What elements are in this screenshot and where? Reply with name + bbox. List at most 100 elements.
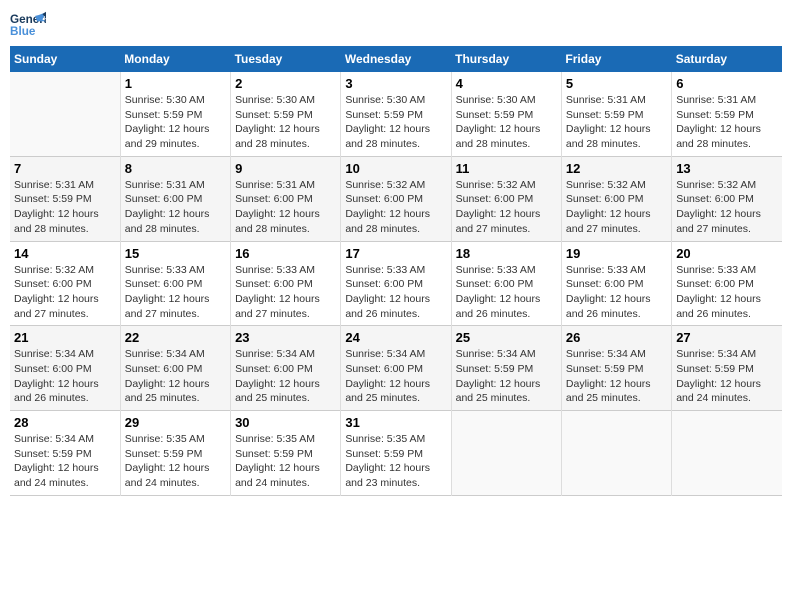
calendar-cell: 11 Sunrise: 5:32 AM Sunset: 6:00 PM Dayli… bbox=[451, 156, 561, 241]
day-number: 7 bbox=[14, 161, 116, 176]
day-number: 30 bbox=[235, 415, 336, 430]
day-number: 1 bbox=[125, 76, 226, 91]
day-number: 13 bbox=[676, 161, 778, 176]
day-info: Sunrise: 5:32 AM Sunset: 6:00 PM Dayligh… bbox=[345, 178, 446, 237]
day-number: 17 bbox=[345, 246, 446, 261]
day-number: 21 bbox=[14, 330, 116, 345]
calendar-cell: 27 Sunrise: 5:34 AM Sunset: 5:59 PM Dayli… bbox=[672, 326, 782, 411]
calendar-cell bbox=[561, 411, 671, 496]
day-header-wednesday: Wednesday bbox=[341, 46, 451, 72]
calendar-cell: 28 Sunrise: 5:34 AM Sunset: 5:59 PM Dayli… bbox=[10, 411, 120, 496]
day-header-monday: Monday bbox=[120, 46, 230, 72]
calendar-cell: 20Sunrise: 5:33 AM Sunset: 6:00 PM Dayli… bbox=[672, 241, 782, 326]
calendar-cell: 15 Sunrise: 5:33 AM Sunset: 6:00 PM Dayli… bbox=[120, 241, 230, 326]
day-number: 6 bbox=[676, 76, 778, 91]
day-number: 9 bbox=[235, 161, 336, 176]
day-number: 23 bbox=[235, 330, 336, 345]
day-number: 4 bbox=[456, 76, 557, 91]
calendar-cell: 6 Sunrise: 5:31 AM Sunset: 5:59 PM Daylig… bbox=[672, 72, 782, 156]
day-number: 8 bbox=[125, 161, 226, 176]
calendar-cell: 8 Sunrise: 5:31 AM Sunset: 6:00 PM Daylig… bbox=[120, 156, 230, 241]
day-number: 2 bbox=[235, 76, 336, 91]
day-info: Sunrise: 5:33 AM Sunset: 6:00 PM Dayligh… bbox=[566, 263, 667, 322]
week-row-3: 14 Sunrise: 5:32 AM Sunset: 6:00 PM Dayli… bbox=[10, 241, 782, 326]
calendar-cell: 19 Sunrise: 5:33 AM Sunset: 6:00 PM Dayli… bbox=[561, 241, 671, 326]
day-info: Sunrise: 5:34 AM Sunset: 5:59 PM Dayligh… bbox=[14, 432, 116, 491]
day-info: Sunrise: 5:33 AM Sunset: 6:00 PM Dayligh… bbox=[345, 263, 446, 322]
day-info: Sunrise: 5:32 AM Sunset: 6:00 PM Dayligh… bbox=[676, 178, 778, 237]
day-info: Sunrise: 5:34 AM Sunset: 6:00 PM Dayligh… bbox=[14, 347, 116, 406]
day-number: 27 bbox=[676, 330, 778, 345]
day-number: 14 bbox=[14, 246, 116, 261]
day-number: 28 bbox=[14, 415, 116, 430]
calendar-cell: 26Sunrise: 5:34 AM Sunset: 5:59 PM Dayli… bbox=[561, 326, 671, 411]
day-info: Sunrise: 5:31 AM Sunset: 6:00 PM Dayligh… bbox=[235, 178, 336, 237]
week-row-5: 28 Sunrise: 5:34 AM Sunset: 5:59 PM Dayli… bbox=[10, 411, 782, 496]
day-info: Sunrise: 5:31 AM Sunset: 6:00 PM Dayligh… bbox=[125, 178, 226, 237]
calendar-cell: 16 Sunrise: 5:33 AM Sunset: 6:00 PM Dayli… bbox=[231, 241, 341, 326]
calendar-cell: 21 Sunrise: 5:34 AM Sunset: 6:00 PM Dayli… bbox=[10, 326, 120, 411]
day-info: Sunrise: 5:32 AM Sunset: 6:00 PM Dayligh… bbox=[14, 263, 116, 322]
day-info: Sunrise: 5:31 AM Sunset: 5:59 PM Dayligh… bbox=[14, 178, 116, 237]
calendar-cell: 2 Sunrise: 5:30 AM Sunset: 5:59 PM Daylig… bbox=[231, 72, 341, 156]
day-info: Sunrise: 5:32 AM Sunset: 6:00 PM Dayligh… bbox=[456, 178, 557, 237]
calendar-cell: 22 Sunrise: 5:34 AM Sunset: 6:00 PM Dayli… bbox=[120, 326, 230, 411]
day-info: Sunrise: 5:33 AM Sunset: 6:00 PM Dayligh… bbox=[235, 263, 336, 322]
day-info: Sunrise: 5:33 AM Sunset: 6:00 PM Dayligh… bbox=[456, 263, 557, 322]
day-header-friday: Friday bbox=[561, 46, 671, 72]
day-number: 22 bbox=[125, 330, 226, 345]
day-header-sunday: Sunday bbox=[10, 46, 120, 72]
calendar-cell: 7 Sunrise: 5:31 AM Sunset: 5:59 PM Daylig… bbox=[10, 156, 120, 241]
day-number: 18 bbox=[456, 246, 557, 261]
day-info: Sunrise: 5:31 AM Sunset: 5:59 PM Dayligh… bbox=[676, 93, 778, 152]
calendar-cell: 12 Sunrise: 5:32 AM Sunset: 6:00 PM Dayli… bbox=[561, 156, 671, 241]
calendar-table: SundayMondayTuesdayWednesdayThursdayFrid… bbox=[10, 46, 782, 496]
day-info: Sunrise: 5:34 AM Sunset: 5:59 PM Dayligh… bbox=[456, 347, 557, 406]
calendar-cell: 24Sunrise: 5:34 AM Sunset: 6:00 PM Dayli… bbox=[341, 326, 451, 411]
day-info: Sunrise: 5:33 AM Sunset: 6:00 PM Dayligh… bbox=[125, 263, 226, 322]
day-number: 20 bbox=[676, 246, 778, 261]
calendar-cell: 9 Sunrise: 5:31 AM Sunset: 6:00 PM Daylig… bbox=[231, 156, 341, 241]
day-number: 12 bbox=[566, 161, 667, 176]
week-row-4: 21 Sunrise: 5:34 AM Sunset: 6:00 PM Dayli… bbox=[10, 326, 782, 411]
day-info: Sunrise: 5:30 AM Sunset: 5:59 PM Dayligh… bbox=[456, 93, 557, 152]
day-info: Sunrise: 5:32 AM Sunset: 6:00 PM Dayligh… bbox=[566, 178, 667, 237]
day-header-saturday: Saturday bbox=[672, 46, 782, 72]
day-number: 19 bbox=[566, 246, 667, 261]
calendar-cell: 5Sunrise: 5:31 AM Sunset: 5:59 PM Daylig… bbox=[561, 72, 671, 156]
calendar-cell: 23Sunrise: 5:34 AM Sunset: 6:00 PM Dayli… bbox=[231, 326, 341, 411]
day-number: 3 bbox=[345, 76, 446, 91]
calendar-cell: 29Sunrise: 5:35 AM Sunset: 5:59 PM Dayli… bbox=[120, 411, 230, 496]
calendar-cell: 10 Sunrise: 5:32 AM Sunset: 6:00 PM Dayli… bbox=[341, 156, 451, 241]
day-info: Sunrise: 5:35 AM Sunset: 5:59 PM Dayligh… bbox=[125, 432, 226, 491]
day-number: 24 bbox=[345, 330, 446, 345]
day-number: 26 bbox=[566, 330, 667, 345]
day-info: Sunrise: 5:31 AM Sunset: 5:59 PM Dayligh… bbox=[566, 93, 667, 152]
day-number: 16 bbox=[235, 246, 336, 261]
day-number: 31 bbox=[345, 415, 446, 430]
day-number: 25 bbox=[456, 330, 557, 345]
logo-icon: General Blue bbox=[10, 10, 46, 38]
day-number: 15 bbox=[125, 246, 226, 261]
calendar-cell: 30 Sunrise: 5:35 AM Sunset: 5:59 PM Dayli… bbox=[231, 411, 341, 496]
calendar-cell bbox=[672, 411, 782, 496]
week-row-2: 7 Sunrise: 5:31 AM Sunset: 5:59 PM Daylig… bbox=[10, 156, 782, 241]
logo: General Blue bbox=[10, 10, 46, 38]
calendar-cell bbox=[10, 72, 120, 156]
calendar-cell: 14 Sunrise: 5:32 AM Sunset: 6:00 PM Dayli… bbox=[10, 241, 120, 326]
calendar-cell: 1 Sunrise: 5:30 AM Sunset: 5:59 PM Daylig… bbox=[120, 72, 230, 156]
day-info: Sunrise: 5:30 AM Sunset: 5:59 PM Dayligh… bbox=[235, 93, 336, 152]
day-number: 11 bbox=[456, 161, 557, 176]
day-number: 10 bbox=[345, 161, 446, 176]
day-info: Sunrise: 5:34 AM Sunset: 5:59 PM Dayligh… bbox=[676, 347, 778, 406]
calendar-cell: 18 Sunrise: 5:33 AM Sunset: 6:00 PM Dayli… bbox=[451, 241, 561, 326]
day-info: Sunrise: 5:34 AM Sunset: 6:00 PM Dayligh… bbox=[125, 347, 226, 406]
day-info: Sunrise: 5:30 AM Sunset: 5:59 PM Dayligh… bbox=[125, 93, 226, 152]
day-info: Sunrise: 5:35 AM Sunset: 5:59 PM Dayligh… bbox=[235, 432, 336, 491]
calendar-cell: 3 Sunrise: 5:30 AM Sunset: 5:59 PM Daylig… bbox=[341, 72, 451, 156]
page-header: General Blue bbox=[10, 10, 782, 38]
svg-text:Blue: Blue bbox=[10, 25, 36, 38]
calendar-cell: 13 Sunrise: 5:32 AM Sunset: 6:00 PM Dayli… bbox=[672, 156, 782, 241]
calendar-cell: 4 Sunrise: 5:30 AM Sunset: 5:59 PM Daylig… bbox=[451, 72, 561, 156]
day-info: Sunrise: 5:30 AM Sunset: 5:59 PM Dayligh… bbox=[345, 93, 446, 152]
